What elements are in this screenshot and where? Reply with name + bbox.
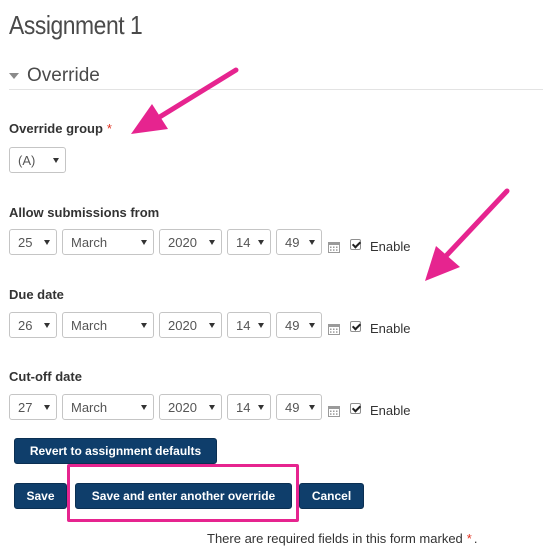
allow-minute-select[interactable]: 49 — [276, 229, 322, 255]
allow-enable-label: Enable — [370, 239, 411, 254]
due-month-select[interactable]: March — [62, 312, 154, 338]
cutoff-date-label: Cut-off date — [9, 369, 82, 384]
cutoff-day-select[interactable]: 27 — [9, 394, 57, 420]
due-enable-label: Enable — [370, 321, 411, 336]
cutoff-month-select[interactable]: March — [62, 394, 154, 420]
override-group-select[interactable]: (A) — [9, 147, 66, 173]
cutoff-enable-checkbox[interactable] — [350, 403, 361, 414]
calendar-icon[interactable] — [328, 323, 340, 335]
save-button[interactable]: Save — [14, 483, 67, 509]
allow-hour-select[interactable]: 14 — [227, 229, 271, 255]
caret-down-icon — [9, 73, 19, 79]
required-icon: * — [466, 531, 472, 546]
allow-submissions-label: Allow submissions from — [9, 205, 160, 220]
required-fields-note: There are required fields in this form m… — [207, 531, 478, 546]
annotation-highlight-box — [67, 464, 299, 522]
allow-month-select[interactable]: March — [62, 229, 154, 255]
allow-year-select[interactable]: 2020 — [159, 229, 222, 255]
due-hour-select[interactable]: 14 — [227, 312, 271, 338]
revert-defaults-button[interactable]: Revert to assignment defaults — [14, 438, 217, 464]
allow-day-select[interactable]: 25 — [9, 229, 57, 255]
cutoff-minute-select[interactable]: 49 — [276, 394, 322, 420]
required-icon: * — [106, 121, 112, 136]
cutoff-hour-select[interactable]: 14 — [227, 394, 271, 420]
allow-enable-checkbox[interactable] — [350, 239, 361, 250]
calendar-icon[interactable] — [328, 405, 340, 417]
override-section-toggle[interactable]: Override — [9, 62, 543, 90]
cancel-button[interactable]: Cancel — [299, 483, 364, 509]
section-title: Override — [27, 64, 100, 86]
override-group-label: Override group * — [9, 121, 112, 136]
due-year-select[interactable]: 2020 — [159, 312, 222, 338]
annotation-arrow-icon — [425, 188, 510, 281]
due-date-label: Due date — [9, 287, 64, 302]
cutoff-year-select[interactable]: 2020 — [159, 394, 222, 420]
page-title: Assignment 1 — [9, 10, 143, 40]
calendar-icon[interactable] — [328, 241, 340, 253]
cutoff-enable-label: Enable — [370, 403, 411, 418]
due-enable-checkbox[interactable] — [350, 321, 361, 332]
due-day-select[interactable]: 26 — [9, 312, 57, 338]
due-minute-select[interactable]: 49 — [276, 312, 322, 338]
